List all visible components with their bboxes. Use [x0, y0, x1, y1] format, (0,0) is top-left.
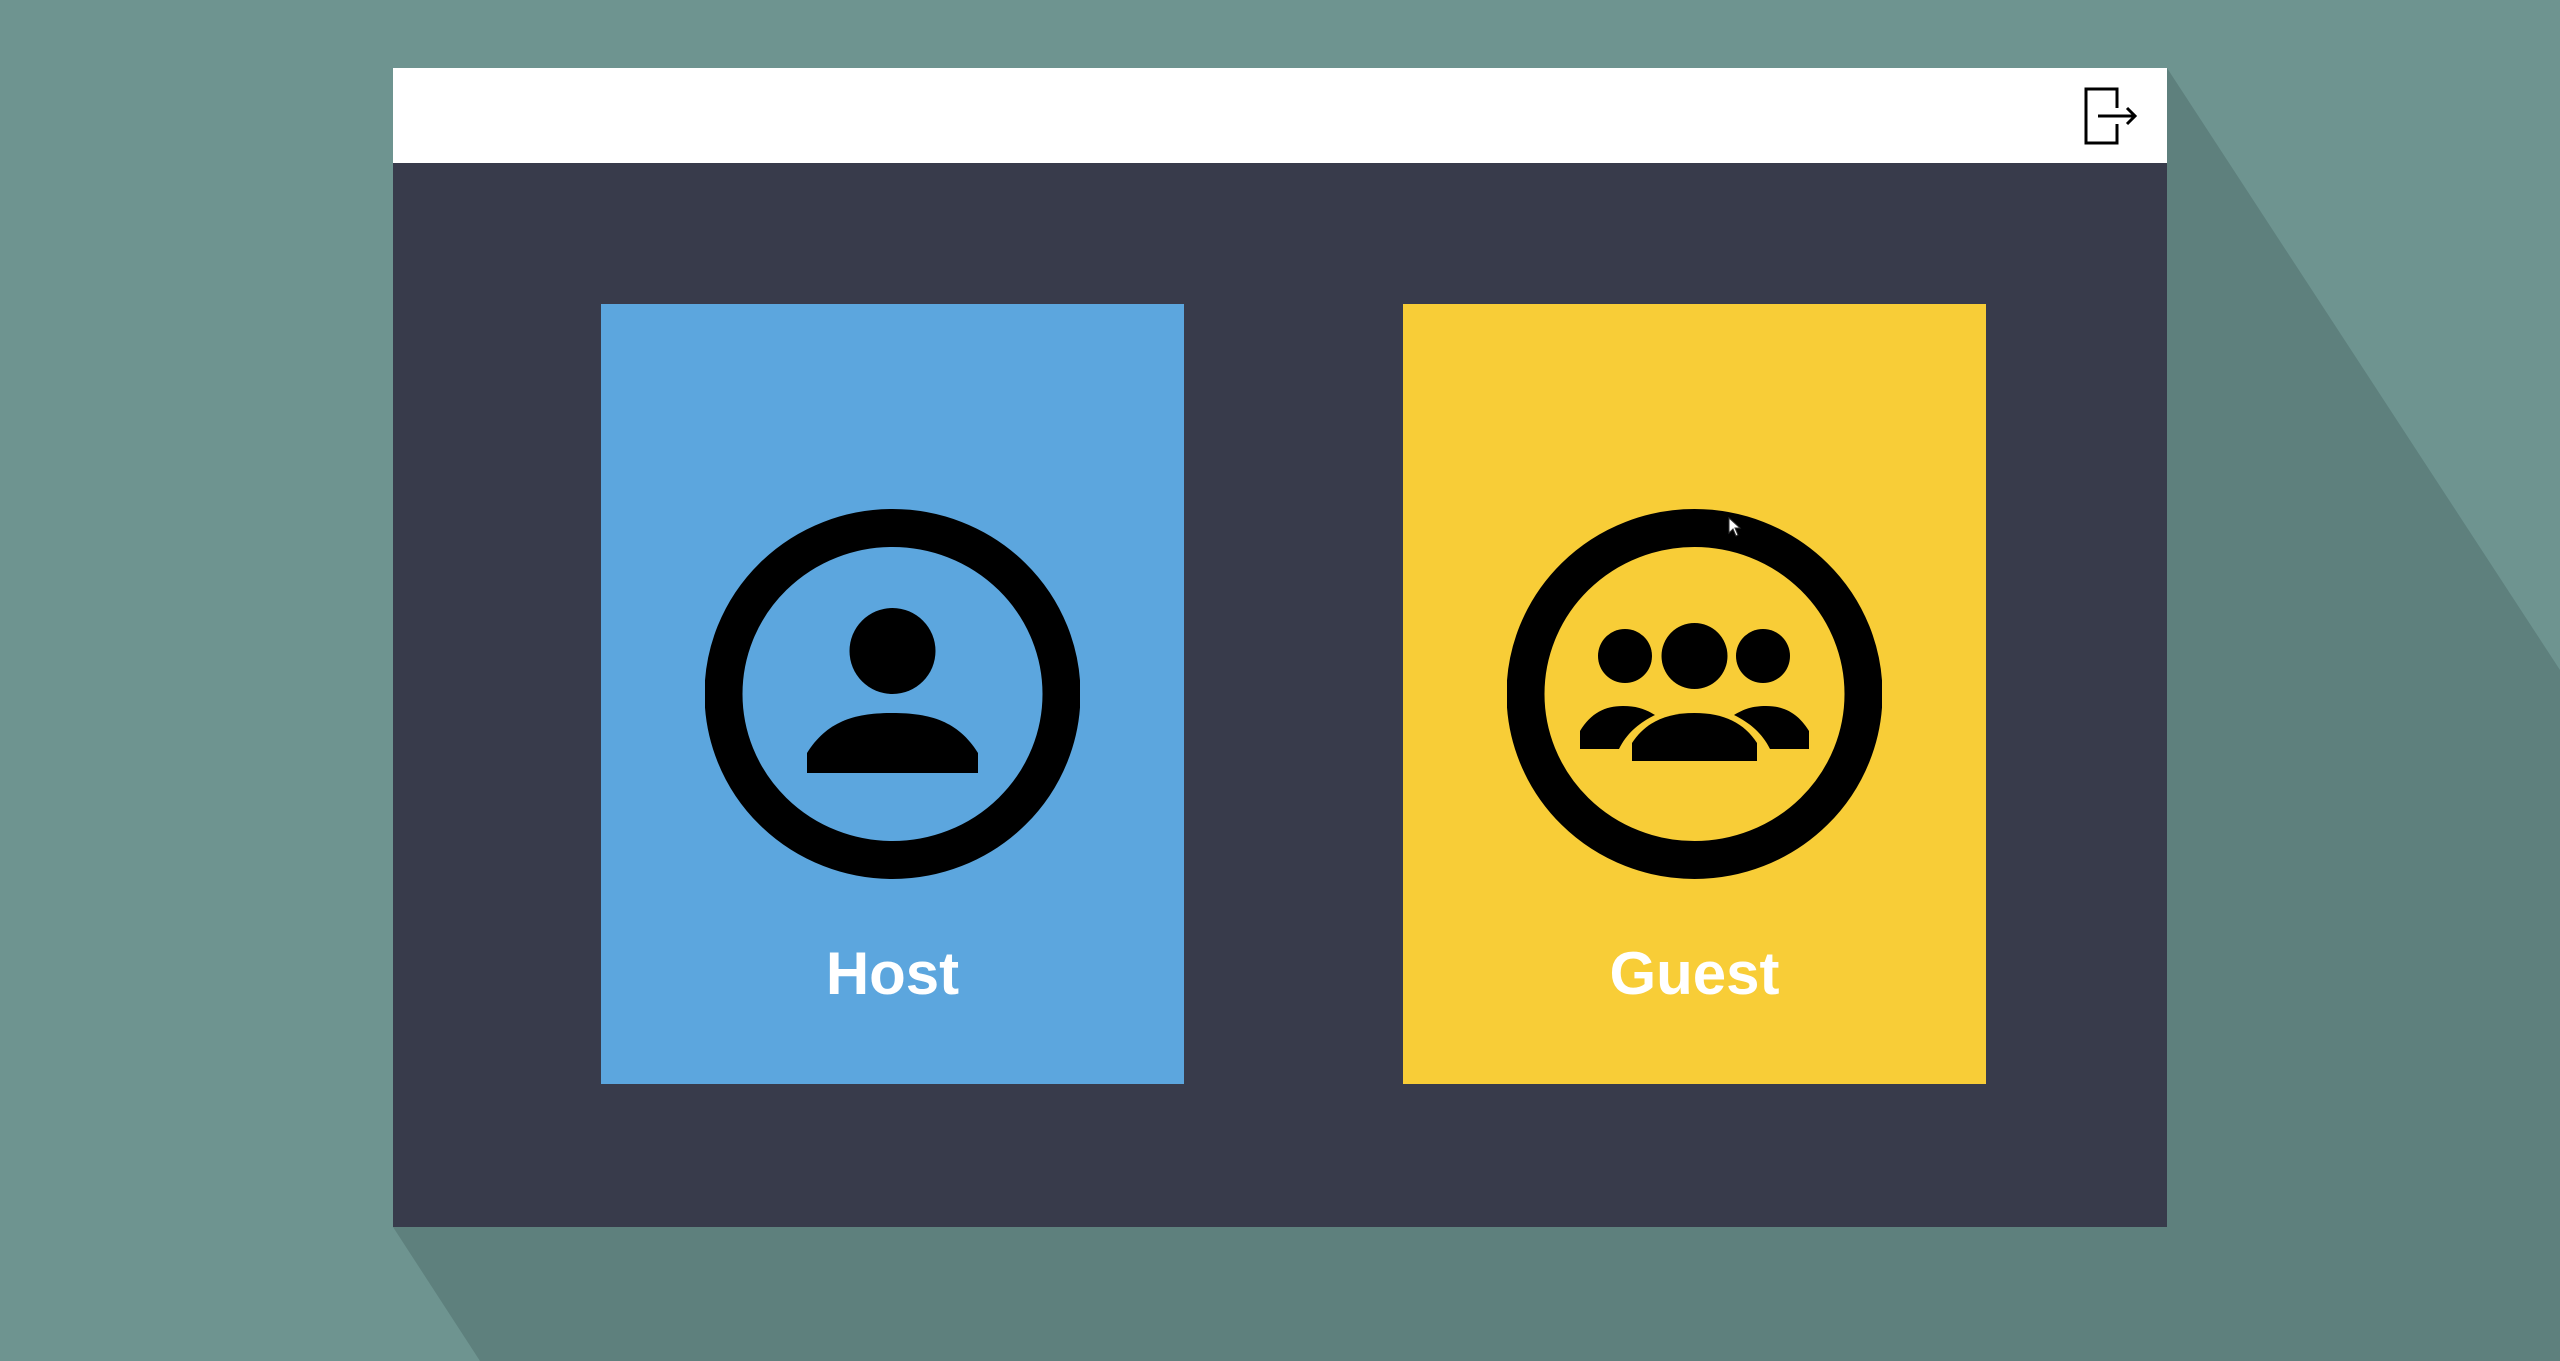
exit-icon — [2084, 87, 2138, 145]
user-group-circle-icon — [1507, 509, 1882, 879]
title-bar — [393, 68, 2167, 163]
exit-button[interactable] — [2083, 86, 2143, 146]
guest-card[interactable]: Guest — [1403, 304, 1986, 1084]
guest-label: Guest — [1609, 940, 1780, 1007]
host-icon — [705, 509, 1080, 879]
single-user-circle-icon — [705, 509, 1080, 879]
guest-icon — [1507, 509, 1882, 879]
host-card[interactable]: Host — [601, 304, 1184, 1084]
app-window: Host Guest — [393, 68, 2167, 1227]
host-label: Host — [825, 940, 960, 1007]
